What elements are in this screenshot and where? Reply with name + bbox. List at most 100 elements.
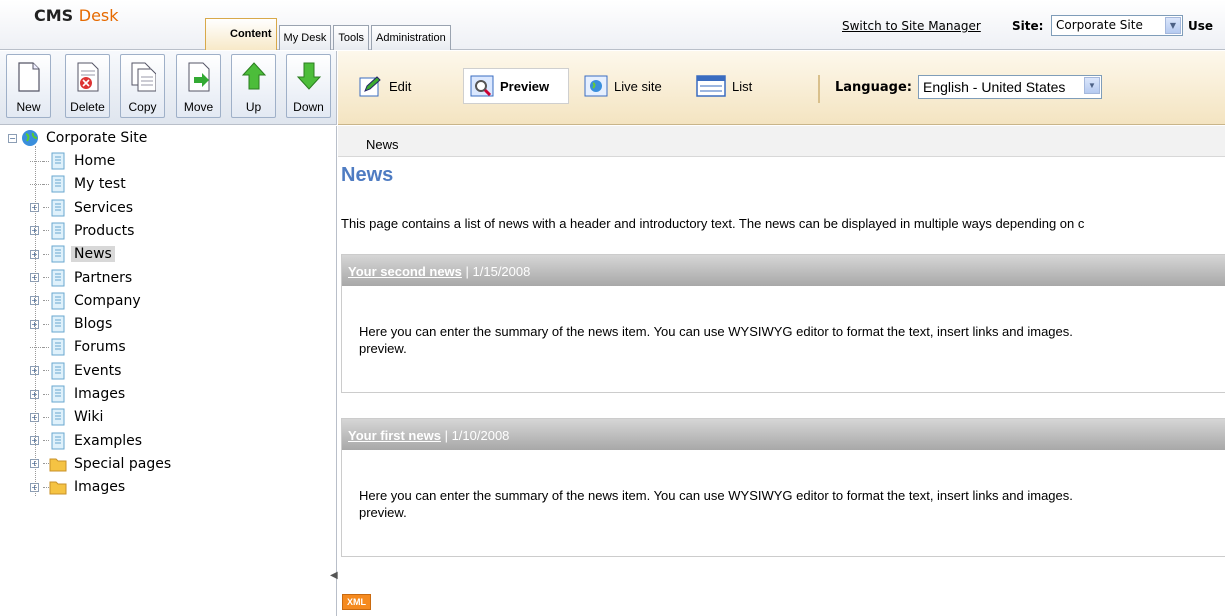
- tree-node-label: Images: [74, 386, 126, 402]
- up-button[interactable]: Up: [231, 54, 276, 118]
- preview-mode-label: Preview: [500, 78, 550, 94]
- tree-node-home[interactable]: Home: [30, 151, 118, 171]
- tree-node-label: Company: [74, 292, 141, 309]
- new-button-label: New: [16, 100, 41, 114]
- tree-node-blogs[interactable]: + Blogs: [30, 314, 115, 334]
- tree-node-label: Special pages: [74, 455, 172, 472]
- tree-node-label: My test: [74, 176, 126, 193]
- news-item-header: Your first news | 1/10/2008: [342, 419, 1225, 450]
- news-summary-line: preview.: [359, 505, 407, 520]
- tree-node-news[interactable]: + News: [30, 244, 115, 264]
- folder-icon: [49, 481, 67, 495]
- content-preview-pane: News News This page contains a list of n…: [338, 126, 1225, 616]
- live-site-mode-button[interactable]: Live site: [584, 68, 684, 104]
- intro-text: This page contains a list of news with a…: [341, 216, 1085, 231]
- page-icon: [51, 338, 65, 356]
- page-icon: [51, 245, 65, 263]
- chevron-down-icon[interactable]: ▼: [1084, 77, 1100, 94]
- tree-node-label: Products: [74, 222, 135, 239]
- down-button[interactable]: Down: [286, 54, 331, 118]
- live-site-globe-icon: [584, 75, 608, 97]
- tree-node-label: Blogs: [74, 316, 113, 333]
- xml-feed-badge[interactable]: XML: [342, 594, 371, 610]
- tab-administration[interactable]: Administration: [371, 25, 451, 50]
- move-button[interactable]: Move: [176, 54, 221, 118]
- copy-button[interactable]: Copy: [120, 54, 165, 118]
- logo-cms: CMS: [34, 6, 74, 25]
- move-button-label: Move: [183, 100, 214, 114]
- site-select[interactable]: Corporate Site ▼: [1051, 15, 1183, 36]
- tree-node-products[interactable]: + Products: [30, 221, 137, 241]
- news-item: Your second news | 1/15/2008 Here you ca…: [341, 254, 1225, 393]
- folder-icon: [49, 458, 67, 472]
- tab-content[interactable]: Content: [205, 18, 277, 50]
- page-icon: [51, 385, 65, 403]
- tree-node-label: Wiki: [74, 409, 104, 426]
- news-item-header: Your second news | 1/15/2008: [342, 255, 1225, 286]
- news-summary-line: Here you can enter the summary of the ne…: [359, 324, 1073, 339]
- breadcrumb: News: [338, 126, 1225, 157]
- tree-guide-line: [35, 146, 36, 496]
- tree-node-events[interactable]: + Events: [30, 361, 124, 381]
- tree-node-special-pages[interactable]: + Special pages: [30, 454, 174, 474]
- move-document-icon: [188, 62, 209, 92]
- tree-node-root[interactable]: − Corporate Site: [8, 128, 150, 148]
- tree-node-label: Images: [74, 479, 126, 496]
- page-icon: [51, 152, 65, 170]
- main-tabs: Content My Desk Tools Administration: [205, 18, 453, 50]
- page-icon: [51, 315, 65, 333]
- list-mode-button[interactable]: List: [696, 68, 766, 104]
- tree-node-wiki[interactable]: + Wiki: [30, 407, 106, 427]
- tree-node-label: Services: [74, 199, 134, 216]
- tree-node-label: Partners: [74, 269, 133, 286]
- globe-icon: [22, 130, 38, 146]
- news-date: | 1/15/2008: [465, 264, 531, 279]
- chevron-down-icon[interactable]: ▼: [1165, 17, 1181, 34]
- new-button[interactable]: New: [6, 54, 51, 118]
- page-icon: [51, 362, 65, 380]
- toolbar-separator: [818, 75, 820, 103]
- tree-connector: [30, 183, 43, 185]
- collapse-panel-arrow-icon[interactable]: ◀: [330, 570, 338, 584]
- tree-node-my-test[interactable]: My test: [30, 174, 129, 194]
- list-icon: [696, 75, 726, 97]
- tree-node-images[interactable]: + Images: [30, 477, 128, 497]
- tree-node-services[interactable]: + Services: [30, 198, 136, 218]
- tab-tools[interactable]: Tools: [333, 25, 370, 50]
- collapse-icon[interactable]: −: [8, 133, 17, 143]
- delete-button[interactable]: Delete: [65, 54, 110, 118]
- tree-node-company[interactable]: + Company: [30, 291, 144, 311]
- tree-node-label: Corporate Site: [46, 130, 148, 146]
- language-select[interactable]: English - United States ▼: [918, 75, 1102, 99]
- tree-node-label: Events: [74, 362, 122, 379]
- site-label: Site:: [1012, 19, 1044, 33]
- tree-node-examples[interactable]: + Examples: [30, 431, 145, 451]
- switch-to-site-manager-link[interactable]: Switch to Site Manager: [842, 19, 981, 33]
- edit-mode-label: Edit: [389, 78, 412, 94]
- news-summary-line: preview.: [359, 341, 407, 356]
- logo-desk: Desk: [78, 6, 119, 25]
- tree-connector: [30, 160, 43, 162]
- news-summary: Here you can enter the summary of the ne…: [342, 450, 1225, 556]
- edit-mode-button[interactable]: Edit: [357, 68, 437, 104]
- tab-my-desk[interactable]: My Desk: [278, 25, 332, 50]
- page-icon: [51, 432, 65, 450]
- news-summary: Here you can enter the summary of the ne…: [342, 286, 1225, 392]
- tree-node-images[interactable]: + Images: [30, 384, 128, 404]
- preview-mode-button[interactable]: Preview: [463, 68, 569, 104]
- site-select-value: Corporate Site: [1056, 18, 1143, 32]
- preview-icon: [470, 75, 494, 97]
- tree-connector: [30, 346, 43, 348]
- news-item: Your first news | 1/10/2008 Here you can…: [341, 418, 1225, 557]
- document-actions-toolbar: New Delete Copy Move Up Down: [0, 51, 337, 125]
- down-button-label: Down: [293, 100, 324, 114]
- page-icon: [51, 222, 65, 240]
- copy-button-label: Copy: [128, 100, 157, 114]
- tree-node-forums[interactable]: Forums: [30, 337, 129, 357]
- news-title-link[interactable]: Your first news: [348, 428, 441, 443]
- arrow-down-icon: [296, 62, 321, 90]
- tree-node-partners[interactable]: + Partners: [30, 268, 135, 288]
- language-label: Language:: [835, 80, 912, 95]
- news-title-link[interactable]: Your second news: [348, 264, 462, 279]
- page-icon: [51, 269, 65, 286]
